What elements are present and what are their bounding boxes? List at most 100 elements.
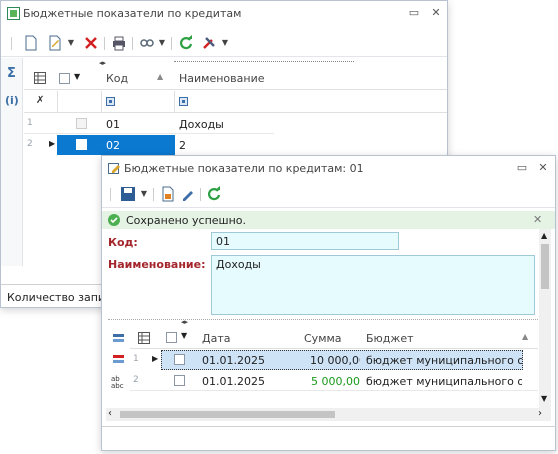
cell-budget: бюджет муниципального о... [366, 354, 522, 367]
check-circle-icon [108, 214, 120, 226]
edit-document-icon[interactable] [47, 35, 63, 51]
row-checkbox[interactable] [174, 354, 185, 365]
cell-name: Доходы [179, 118, 224, 131]
links-icon[interactable] [139, 35, 155, 51]
side-panel: Σ (i) [1, 58, 23, 266]
column-header-budget[interactable]: Бюджет [366, 332, 414, 345]
success-notification: Сохранено успешно. ✕ [102, 211, 555, 229]
table-row[interactable]: 2 01.01.2025 5 000,00 бюджет муниципальн… [130, 371, 538, 391]
table-row-selected[interactable]: 2 ▶ 02 2 [24, 135, 274, 155]
current-row-arrow-icon: ▶ [152, 354, 159, 363]
toolbar-separator [171, 37, 172, 50]
column-header-date[interactable]: Дата [202, 332, 230, 345]
new-document-icon[interactable] [23, 35, 39, 51]
toolbar: ▼ ▼ ▼ [1, 29, 447, 57]
save-icon[interactable] [120, 186, 136, 202]
edit-form-icon [108, 163, 120, 174]
success-message: Сохранено успешно. [126, 214, 247, 227]
column-header-name[interactable]: Наименование [179, 72, 264, 85]
pencil-icon[interactable] [180, 186, 196, 202]
row-checkbox[interactable] [76, 118, 87, 129]
restore-button[interactable]: ▭ [407, 6, 421, 20]
name-filter-icon[interactable] [179, 97, 188, 106]
toolbar-separator [132, 37, 133, 50]
document-icon[interactable] [160, 186, 176, 202]
form-vertical-scrollbar[interactable]: ▲ ▼ [539, 229, 551, 409]
insert-row-icon[interactable] [112, 353, 125, 366]
select-all-dropdown-icon[interactable]: ▼ [181, 331, 187, 340]
close-notification-icon[interactable]: ✕ [533, 213, 542, 226]
sort-ascending-icon: ▲ [157, 72, 164, 81]
toolbar-separator [153, 188, 154, 201]
grid-header-row: ▼ Код ▲ Наименование [24, 66, 447, 90]
column-header-code[interactable]: Код [106, 72, 128, 85]
column-header-sum[interactable]: Сумма [304, 332, 342, 345]
row-number: 1 [133, 354, 139, 364]
cell-budget: бюджет муниципального о... [366, 375, 522, 388]
refresh-icon[interactable] [178, 35, 194, 51]
info-icon[interactable]: (i) [5, 94, 19, 107]
print-icon[interactable] [111, 35, 127, 51]
tools-dropdown-icon[interactable]: ▼ [221, 35, 229, 51]
toolbar-grip [110, 188, 111, 201]
filter-row: ✗ [24, 91, 447, 113]
row-number: 2 [27, 139, 33, 149]
row-checkbox[interactable] [76, 139, 87, 150]
delete-icon[interactable] [83, 35, 99, 51]
cell-code: 01 [106, 118, 120, 131]
refresh-icon[interactable] [206, 186, 222, 202]
select-all-checkbox[interactable] [166, 332, 177, 343]
record-count-label: Количество запис [7, 291, 103, 304]
toolbar-separator [104, 37, 105, 50]
select-all-dropdown-icon[interactable]: ▼ [74, 72, 80, 81]
scroll-thumb[interactable] [541, 244, 549, 289]
title-bar: Бюджетные показатели по кредитам: 01 ▭ ✕ [102, 156, 555, 182]
sigma-icon[interactable]: Σ [7, 66, 16, 81]
links-dropdown-icon[interactable]: ▼ [158, 35, 166, 51]
code-label: Код: [108, 236, 138, 249]
row-number: 1 [27, 118, 33, 128]
clear-filter-icon[interactable]: ✗ [36, 95, 44, 106]
name-label: Наименование: [108, 258, 206, 271]
table-icon [7, 7, 20, 20]
toolbar: ▼ [102, 180, 555, 208]
column-chooser-icon[interactable] [34, 72, 46, 84]
scroll-down-icon[interactable]: ▼ [541, 394, 547, 403]
title-bar: Бюджетные показатели по кредитам ▭ ✕ [1, 1, 447, 27]
window-budget-indicator-detail: Бюджетные показатели по кредитам: 01 ▭ ✕… [101, 155, 556, 451]
scroll-thumb[interactable] [120, 411, 335, 418]
table-row[interactable]: 1 01 Доходы [24, 114, 274, 134]
grid-top-line [174, 61, 354, 62]
row-checkbox[interactable] [174, 375, 185, 386]
current-row-arrow-icon: ▶ [49, 139, 56, 148]
table-row-selected[interactable]: 1 ▶ 01.01.2025 10 000,00 бюджет муниципа… [130, 350, 538, 370]
column-chooser-icon[interactable] [138, 332, 150, 344]
tools-icon[interactable] [201, 35, 217, 51]
detail-grid-header: ▼ Дата Сумма Бюджет ▲ [130, 327, 538, 349]
name-field[interactable]: Доходы [211, 255, 535, 315]
cell-date: 01.01.2025 [202, 375, 265, 388]
status-bar: Количество запис [1, 284, 103, 308]
window-title: Бюджетные показатели по кредитам: 01 [124, 162, 364, 175]
code-filter-cell[interactable] [102, 91, 175, 113]
scroll-up-icon[interactable]: ▲ [541, 231, 547, 240]
column-resize-handle[interactable]: ◂▸ [181, 318, 188, 326]
row-number: 2 [133, 375, 139, 385]
close-button[interactable]: ✕ [536, 161, 550, 175]
cell-date: 01.01.2025 [202, 354, 265, 367]
close-button[interactable]: ✕ [429, 6, 443, 20]
add-row-icon[interactable] [112, 331, 125, 344]
ab-abc-icon[interactable]: ab abc [111, 376, 124, 390]
select-all-checkbox[interactable] [59, 73, 70, 84]
sort-ascending-icon: ▲ [522, 332, 529, 341]
scroll-left-icon[interactable]: ‹ [108, 408, 112, 419]
toolbar-grip [11, 37, 12, 50]
scroll-right-icon[interactable]: › [538, 408, 542, 419]
code-field[interactable]: 01 [211, 232, 399, 250]
window-title: Бюджетные показатели по кредитам [23, 7, 242, 20]
edit-dropdown-icon[interactable]: ▼ [67, 35, 75, 51]
horizontal-scrollbar[interactable]: ‹ › [106, 408, 551, 421]
toolbar-separator [200, 188, 201, 201]
save-dropdown-icon[interactable]: ▼ [140, 186, 148, 202]
restore-button[interactable]: ▭ [515, 161, 529, 175]
